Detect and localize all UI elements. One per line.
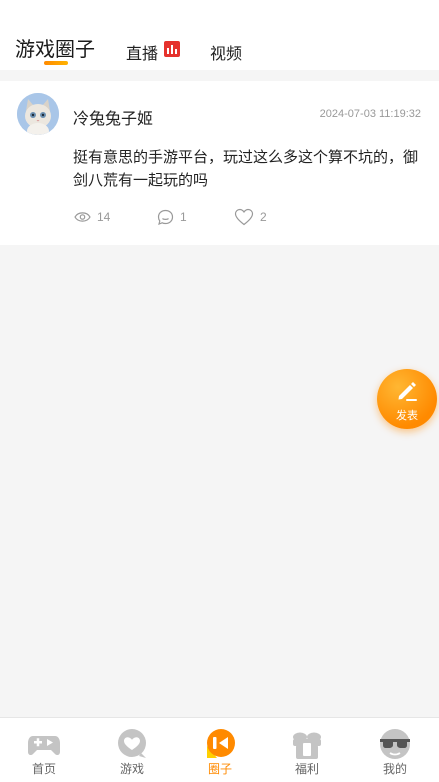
eye-icon bbox=[74, 212, 91, 222]
nav-circle[interactable]: 圈子 bbox=[176, 718, 264, 782]
live-bars-icon[interactable] bbox=[164, 41, 180, 57]
tab-game-circle[interactable]: 游戏圈子 bbox=[15, 33, 95, 62]
nav-home[interactable]: 首页 bbox=[0, 718, 88, 782]
nav-games-label: 游戏 bbox=[119, 762, 144, 776]
nav-mine[interactable]: 我的 bbox=[351, 718, 439, 782]
active-tab-indicator bbox=[44, 61, 68, 65]
views-count: 14 bbox=[97, 210, 111, 224]
heart-icon[interactable] bbox=[234, 208, 254, 226]
circle-play-icon bbox=[207, 729, 235, 758]
gamepad-icon bbox=[28, 736, 60, 756]
comments-count: 1 bbox=[180, 210, 187, 224]
post-card[interactable]: 冷兔兔子姬 2024-07-03 11:19:32 挺有意思的手游平台，玩过这么… bbox=[0, 81, 439, 245]
gift-icon bbox=[293, 732, 321, 759]
post-username[interactable]: 冷兔兔子姬 bbox=[73, 105, 153, 129]
nav-home-label: 首页 bbox=[31, 762, 56, 776]
heart-bubble-icon bbox=[118, 729, 146, 758]
avatar[interactable] bbox=[17, 93, 59, 135]
publish-label: 发表 bbox=[396, 409, 418, 422]
bottom-nav: 首页 游戏 圈子 福利 我的 bbox=[0, 717, 439, 782]
publish-button[interactable]: 发表 bbox=[377, 369, 437, 429]
tab-video[interactable]: 视频 bbox=[210, 40, 242, 64]
likes-stat[interactable]: 2 bbox=[234, 207, 267, 227]
nav-circle-label: 圈子 bbox=[207, 762, 232, 776]
post-timestamp: 2024-07-03 11:19:32 bbox=[319, 108, 421, 120]
nav-games[interactable]: 游戏 bbox=[88, 718, 176, 782]
nav-welfare[interactable]: 福利 bbox=[263, 718, 351, 782]
likes-count: 2 bbox=[260, 210, 267, 224]
comment-icon[interactable] bbox=[157, 209, 174, 226]
nav-welfare-label: 福利 bbox=[294, 762, 319, 776]
comments-stat[interactable]: 1 bbox=[157, 207, 187, 227]
post-content[interactable]: 挺有意思的手游平台，玩过这么多这个算不坑的，御剑八荒有一起玩的吗 bbox=[73, 146, 423, 192]
tab-live[interactable]: 直播 bbox=[126, 40, 158, 64]
pencil-icon bbox=[398, 382, 417, 401]
views-stat: 14 bbox=[74, 207, 110, 227]
nav-mine-label: 我的 bbox=[382, 762, 407, 776]
top-tab-bar: 游戏圈子 直播 视频 bbox=[0, 0, 439, 70]
sunglasses-face-icon bbox=[380, 729, 410, 759]
